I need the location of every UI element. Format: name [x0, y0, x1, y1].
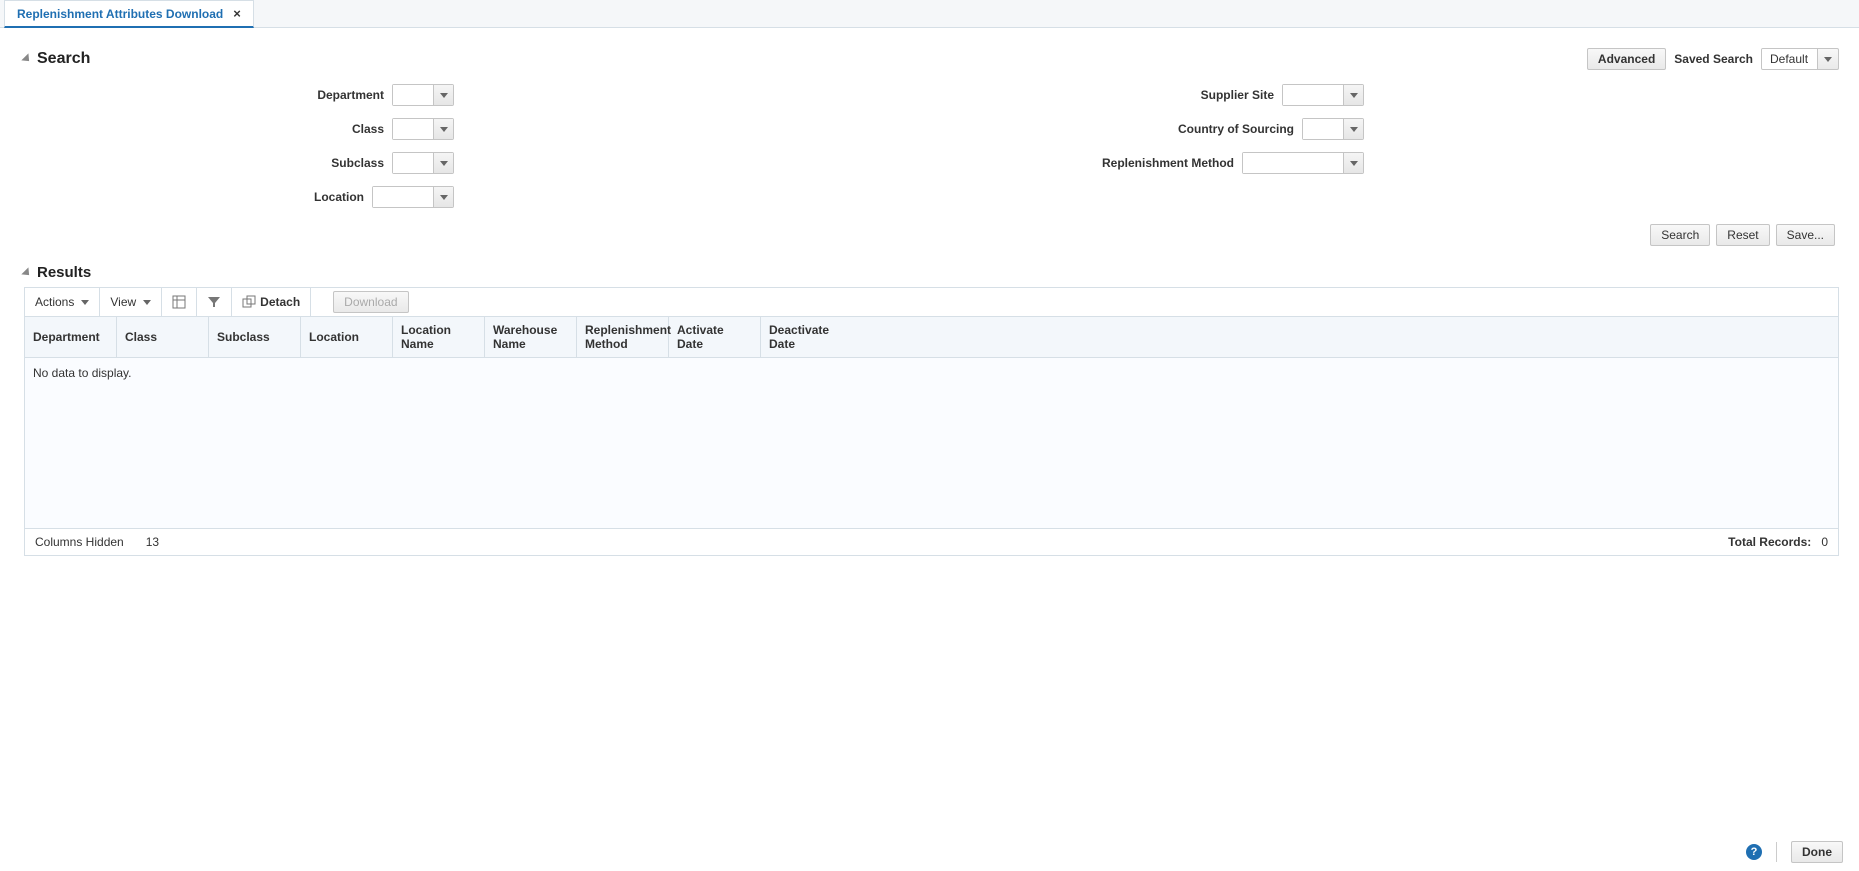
grid-header: Department Class Subclass Location Locat…: [25, 317, 1838, 358]
location-field[interactable]: [372, 186, 454, 208]
chevron-down-icon: [1818, 57, 1838, 62]
chevron-down-icon[interactable]: [433, 153, 453, 173]
tab-title: Replenishment Attributes Download: [17, 7, 223, 21]
chevron-down-icon: [81, 300, 89, 305]
grid-footer: Columns Hidden 13 Total Records: 0: [25, 528, 1838, 555]
location-input[interactable]: [373, 187, 433, 207]
actions-menu[interactable]: Actions: [25, 288, 100, 316]
results-section-title: Results: [24, 264, 1839, 281]
done-button[interactable]: Done: [1791, 841, 1843, 863]
country-sourcing-field[interactable]: [1302, 118, 1364, 140]
class-input[interactable]: [393, 119, 433, 139]
country-sourcing-label: Country of Sourcing: [1178, 122, 1294, 136]
class-label: Class: [352, 122, 384, 136]
class-field[interactable]: [392, 118, 454, 140]
table-icon: [172, 295, 186, 309]
help-icon[interactable]: ?: [1746, 844, 1762, 860]
chevron-down-icon[interactable]: [433, 85, 453, 105]
col-activate-date[interactable]: Activate Date: [669, 317, 761, 357]
reset-button[interactable]: Reset: [1716, 224, 1769, 246]
results-toolbar: Actions View Detach Download: [24, 287, 1839, 316]
tab-replenishment-attributes-download[interactable]: Replenishment Attributes Download ×: [4, 0, 254, 28]
saved-search-value: Default: [1762, 49, 1818, 69]
col-location[interactable]: Location: [301, 317, 393, 357]
download-button[interactable]: Download: [333, 291, 408, 313]
divider: [1776, 842, 1777, 862]
chevron-down-icon[interactable]: [433, 119, 453, 139]
col-replenishment-method[interactable]: Replenishment Method: [577, 317, 669, 357]
view-label: View: [110, 295, 136, 309]
save-button[interactable]: Save...: [1776, 224, 1835, 246]
columns-hidden-value: 13: [146, 535, 159, 549]
chevron-down-icon[interactable]: [1343, 85, 1363, 105]
saved-search-dropdown[interactable]: Default: [1761, 48, 1839, 70]
advanced-button[interactable]: Advanced: [1587, 48, 1666, 70]
supplier-site-field[interactable]: [1282, 84, 1364, 106]
replenishment-method-label: Replenishment Method: [1102, 156, 1234, 170]
col-class[interactable]: Class: [117, 317, 209, 357]
chevron-down-icon[interactable]: [433, 187, 453, 207]
saved-search-label: Saved Search: [1674, 52, 1753, 66]
country-sourcing-input[interactable]: [1303, 119, 1343, 139]
location-label: Location: [314, 190, 364, 204]
chevron-down-icon[interactable]: [1343, 153, 1363, 173]
subclass-field[interactable]: [392, 152, 454, 174]
department-field[interactable]: [392, 84, 454, 106]
col-deactivate-date[interactable]: Deactivate Date: [761, 317, 853, 357]
chevron-down-icon[interactable]: [1343, 119, 1363, 139]
col-department[interactable]: Department: [25, 317, 117, 357]
subclass-label: Subclass: [331, 156, 384, 170]
columns-hidden-label: Columns Hidden: [35, 535, 124, 549]
format-columns-button[interactable]: [162, 288, 197, 316]
subclass-input[interactable]: [393, 153, 433, 173]
search-title-text: Search: [37, 50, 90, 68]
replenishment-method-input[interactable]: [1243, 153, 1343, 173]
grid-body: No data to display.: [25, 358, 1838, 528]
filter-icon: [207, 295, 221, 309]
chevron-down-icon: [143, 300, 151, 305]
close-icon[interactable]: ×: [233, 6, 241, 21]
results-grid: Department Class Subclass Location Locat…: [24, 316, 1839, 556]
search-button[interactable]: Search: [1650, 224, 1710, 246]
detach-button[interactable]: Detach: [232, 288, 311, 316]
total-records-label: Total Records:: [1728, 535, 1811, 549]
page-footer: ? Done: [1746, 841, 1843, 863]
col-subclass[interactable]: Subclass: [209, 317, 301, 357]
col-warehouse-name[interactable]: Warehouse Name: [485, 317, 577, 357]
disclosure-icon[interactable]: [21, 267, 32, 278]
search-section-title: Search: [24, 50, 90, 68]
disclosure-icon[interactable]: [21, 53, 32, 64]
supplier-site-label: Supplier Site: [1201, 88, 1274, 102]
department-input[interactable]: [393, 85, 433, 105]
detach-label: Detach: [260, 295, 300, 309]
detach-icon: [242, 295, 256, 309]
department-label: Department: [317, 88, 384, 102]
actions-label: Actions: [35, 295, 74, 309]
col-location-name[interactable]: Location Name: [393, 317, 485, 357]
total-records-value: 0: [1821, 535, 1828, 549]
results-title-text: Results: [37, 264, 91, 281]
filter-button[interactable]: [197, 288, 232, 316]
tab-bar: Replenishment Attributes Download ×: [0, 0, 1859, 28]
view-menu[interactable]: View: [100, 288, 162, 316]
replenishment-method-field[interactable]: [1242, 152, 1364, 174]
grid-empty-text: No data to display.: [33, 366, 132, 380]
supplier-site-input[interactable]: [1283, 85, 1343, 105]
